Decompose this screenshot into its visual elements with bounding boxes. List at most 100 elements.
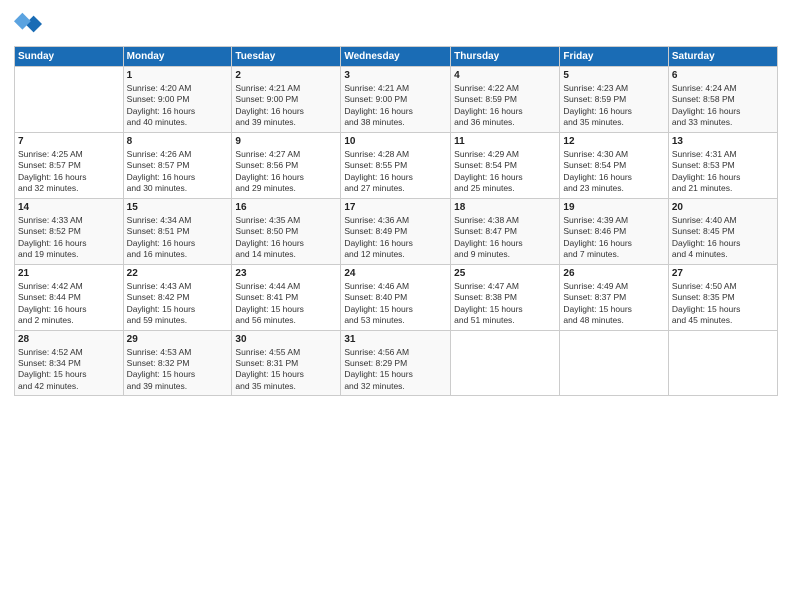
logo-icon <box>14 10 42 38</box>
day-info: Sunrise: 4:42 AM Sunset: 8:44 PM Dayligh… <box>18 281 120 327</box>
day-info: Sunrise: 4:49 AM Sunset: 8:37 PM Dayligh… <box>563 281 664 327</box>
day-cell: 1Sunrise: 4:20 AM Sunset: 9:00 PM Daylig… <box>123 67 232 133</box>
day-number: 25 <box>454 268 556 279</box>
day-info: Sunrise: 4:44 AM Sunset: 8:41 PM Dayligh… <box>235 281 337 327</box>
week-row-4: 21 Sunrise: 4:42 AM Sunset: 8:44 PM Dayli… <box>15 264 778 330</box>
day-cell: 16 Sunrise: 4:35 AM Sunset: 8:50 PM Dayli… <box>232 198 341 264</box>
day-number: 20 <box>672 202 774 213</box>
week-row-3: 14 Sunrise: 4:33 AM Sunset: 8:52 PM Dayli… <box>15 198 778 264</box>
day-number: 24 <box>344 268 447 279</box>
day-number: 4 <box>454 70 556 81</box>
week-row-2: 7 Sunrise: 4:25 AM Sunset: 8:57 PM Daylig… <box>15 132 778 198</box>
day-info: Sunrise: 4:28 AM Sunset: 8:55 PM Dayligh… <box>344 149 447 195</box>
day-cell: 25 Sunrise: 4:47 AM Sunset: 8:38 PM Dayli… <box>451 264 560 330</box>
day-number: 22 <box>127 268 229 279</box>
day-cell: 9 Sunrise: 4:27 AM Sunset: 8:56 PM Daylig… <box>232 132 341 198</box>
weekday-header-tuesday: Tuesday <box>232 47 341 67</box>
day-cell: 28 Sunrise: 4:52 AM Sunset: 8:34 PM Dayli… <box>15 330 124 396</box>
day-cell: 27 Sunrise: 4:50 AM Sunset: 8:35 PM Dayli… <box>668 264 777 330</box>
day-cell: 23 Sunrise: 4:44 AM Sunset: 8:41 PM Dayli… <box>232 264 341 330</box>
weekday-header-friday: Friday <box>560 47 668 67</box>
weekday-header-saturday: Saturday <box>668 47 777 67</box>
day-cell: 29 Sunrise: 4:53 AM Sunset: 8:32 PM Dayli… <box>123 330 232 396</box>
day-number: 19 <box>563 202 664 213</box>
day-info: Sunrise: 4:23 AM Sunset: 8:59 PM Dayligh… <box>563 83 664 129</box>
day-cell: 18 Sunrise: 4:38 AM Sunset: 8:47 PM Dayli… <box>451 198 560 264</box>
day-cell: 10 Sunrise: 4:28 AM Sunset: 8:55 PM Dayli… <box>341 132 451 198</box>
page: SundayMondayTuesdayWednesdayThursdayFrid… <box>0 0 792 612</box>
day-cell: 20 Sunrise: 4:40 AM Sunset: 8:45 PM Dayli… <box>668 198 777 264</box>
day-number: 12 <box>563 136 664 147</box>
day-info: Sunrise: 4:26 AM Sunset: 8:57 PM Dayligh… <box>127 149 229 195</box>
day-info: Sunrise: 4:40 AM Sunset: 8:45 PM Dayligh… <box>672 215 774 261</box>
day-cell <box>451 330 560 396</box>
day-info: Sunrise: 4:35 AM Sunset: 8:50 PM Dayligh… <box>235 215 337 261</box>
week-row-5: 28 Sunrise: 4:52 AM Sunset: 8:34 PM Dayli… <box>15 330 778 396</box>
day-info: Sunrise: 4:43 AM Sunset: 8:42 PM Dayligh… <box>127 281 229 327</box>
day-number: 31 <box>344 334 447 345</box>
weekday-header-sunday: Sunday <box>15 47 124 67</box>
day-info: Sunrise: 4:33 AM Sunset: 8:52 PM Dayligh… <box>18 215 120 261</box>
day-number: 5 <box>563 70 664 81</box>
day-info: Sunrise: 4:21 AM Sunset: 9:00 PM Dayligh… <box>344 83 447 129</box>
day-number: 30 <box>235 334 337 345</box>
day-cell <box>560 330 668 396</box>
day-info: Sunrise: 4:25 AM Sunset: 8:57 PM Dayligh… <box>18 149 120 195</box>
day-info: Sunrise: 4:47 AM Sunset: 8:38 PM Dayligh… <box>454 281 556 327</box>
day-info: Sunrise: 4:27 AM Sunset: 8:56 PM Dayligh… <box>235 149 337 195</box>
day-number: 7 <box>18 136 120 147</box>
day-number: 23 <box>235 268 337 279</box>
day-cell: 21 Sunrise: 4:42 AM Sunset: 8:44 PM Dayli… <box>15 264 124 330</box>
calendar-table: SundayMondayTuesdayWednesdayThursdayFrid… <box>14 46 778 396</box>
day-info: Sunrise: 4:24 AM Sunset: 8:58 PM Dayligh… <box>672 83 774 129</box>
day-number: 14 <box>18 202 120 213</box>
day-info: Sunrise: 4:36 AM Sunset: 8:49 PM Dayligh… <box>344 215 447 261</box>
day-cell <box>668 330 777 396</box>
day-number: 16 <box>235 202 337 213</box>
day-info: Sunrise: 4:38 AM Sunset: 8:47 PM Dayligh… <box>454 215 556 261</box>
day-number: 1 <box>127 70 229 81</box>
day-cell: 12 Sunrise: 4:30 AM Sunset: 8:54 PM Dayli… <box>560 132 668 198</box>
day-cell: 2Sunrise: 4:21 AM Sunset: 9:00 PM Daylig… <box>232 67 341 133</box>
day-number: 21 <box>18 268 120 279</box>
day-cell: 15Sunrise: 4:34 AM Sunset: 8:51 PM Dayli… <box>123 198 232 264</box>
weekday-header-monday: Monday <box>123 47 232 67</box>
day-number: 6 <box>672 70 774 81</box>
day-cell: 30 Sunrise: 4:55 AM Sunset: 8:31 PM Dayli… <box>232 330 341 396</box>
day-info: Sunrise: 4:30 AM Sunset: 8:54 PM Dayligh… <box>563 149 664 195</box>
day-number: 9 <box>235 136 337 147</box>
weekday-header-row: SundayMondayTuesdayWednesdayThursdayFrid… <box>15 47 778 67</box>
day-cell: 7 Sunrise: 4:25 AM Sunset: 8:57 PM Daylig… <box>15 132 124 198</box>
day-number: 15 <box>127 202 229 213</box>
day-number: 3 <box>344 70 447 81</box>
day-cell: 3 Sunrise: 4:21 AM Sunset: 9:00 PM Daylig… <box>341 67 451 133</box>
day-number: 11 <box>454 136 556 147</box>
day-number: 28 <box>18 334 120 345</box>
day-cell: 24 Sunrise: 4:46 AM Sunset: 8:40 PM Dayli… <box>341 264 451 330</box>
day-info: Sunrise: 4:52 AM Sunset: 8:34 PM Dayligh… <box>18 347 120 393</box>
day-cell: 26Sunrise: 4:49 AM Sunset: 8:37 PM Dayli… <box>560 264 668 330</box>
day-number: 17 <box>344 202 447 213</box>
day-cell: 5 Sunrise: 4:23 AM Sunset: 8:59 PM Daylig… <box>560 67 668 133</box>
day-info: Sunrise: 4:50 AM Sunset: 8:35 PM Dayligh… <box>672 281 774 327</box>
day-cell: 17 Sunrise: 4:36 AM Sunset: 8:49 PM Dayli… <box>341 198 451 264</box>
day-info: Sunrise: 4:22 AM Sunset: 8:59 PM Dayligh… <box>454 83 556 129</box>
day-info: Sunrise: 4:53 AM Sunset: 8:32 PM Dayligh… <box>127 347 229 393</box>
header <box>14 10 778 38</box>
weekday-header-wednesday: Wednesday <box>341 47 451 67</box>
day-cell: 4 Sunrise: 4:22 AM Sunset: 8:59 PM Daylig… <box>451 67 560 133</box>
day-cell <box>15 67 124 133</box>
day-info: Sunrise: 4:46 AM Sunset: 8:40 PM Dayligh… <box>344 281 447 327</box>
week-row-1: 1Sunrise: 4:20 AM Sunset: 9:00 PM Daylig… <box>15 67 778 133</box>
day-number: 18 <box>454 202 556 213</box>
day-number: 8 <box>127 136 229 147</box>
day-info: Sunrise: 4:31 AM Sunset: 8:53 PM Dayligh… <box>672 149 774 195</box>
day-number: 2 <box>235 70 337 81</box>
day-number: 29 <box>127 334 229 345</box>
day-number: 10 <box>344 136 447 147</box>
day-cell: 31Sunrise: 4:56 AM Sunset: 8:29 PM Dayli… <box>341 330 451 396</box>
day-cell: 19Sunrise: 4:39 AM Sunset: 8:46 PM Dayli… <box>560 198 668 264</box>
day-number: 27 <box>672 268 774 279</box>
day-cell: 22 Sunrise: 4:43 AM Sunset: 8:42 PM Dayli… <box>123 264 232 330</box>
day-info: Sunrise: 4:55 AM Sunset: 8:31 PM Dayligh… <box>235 347 337 393</box>
